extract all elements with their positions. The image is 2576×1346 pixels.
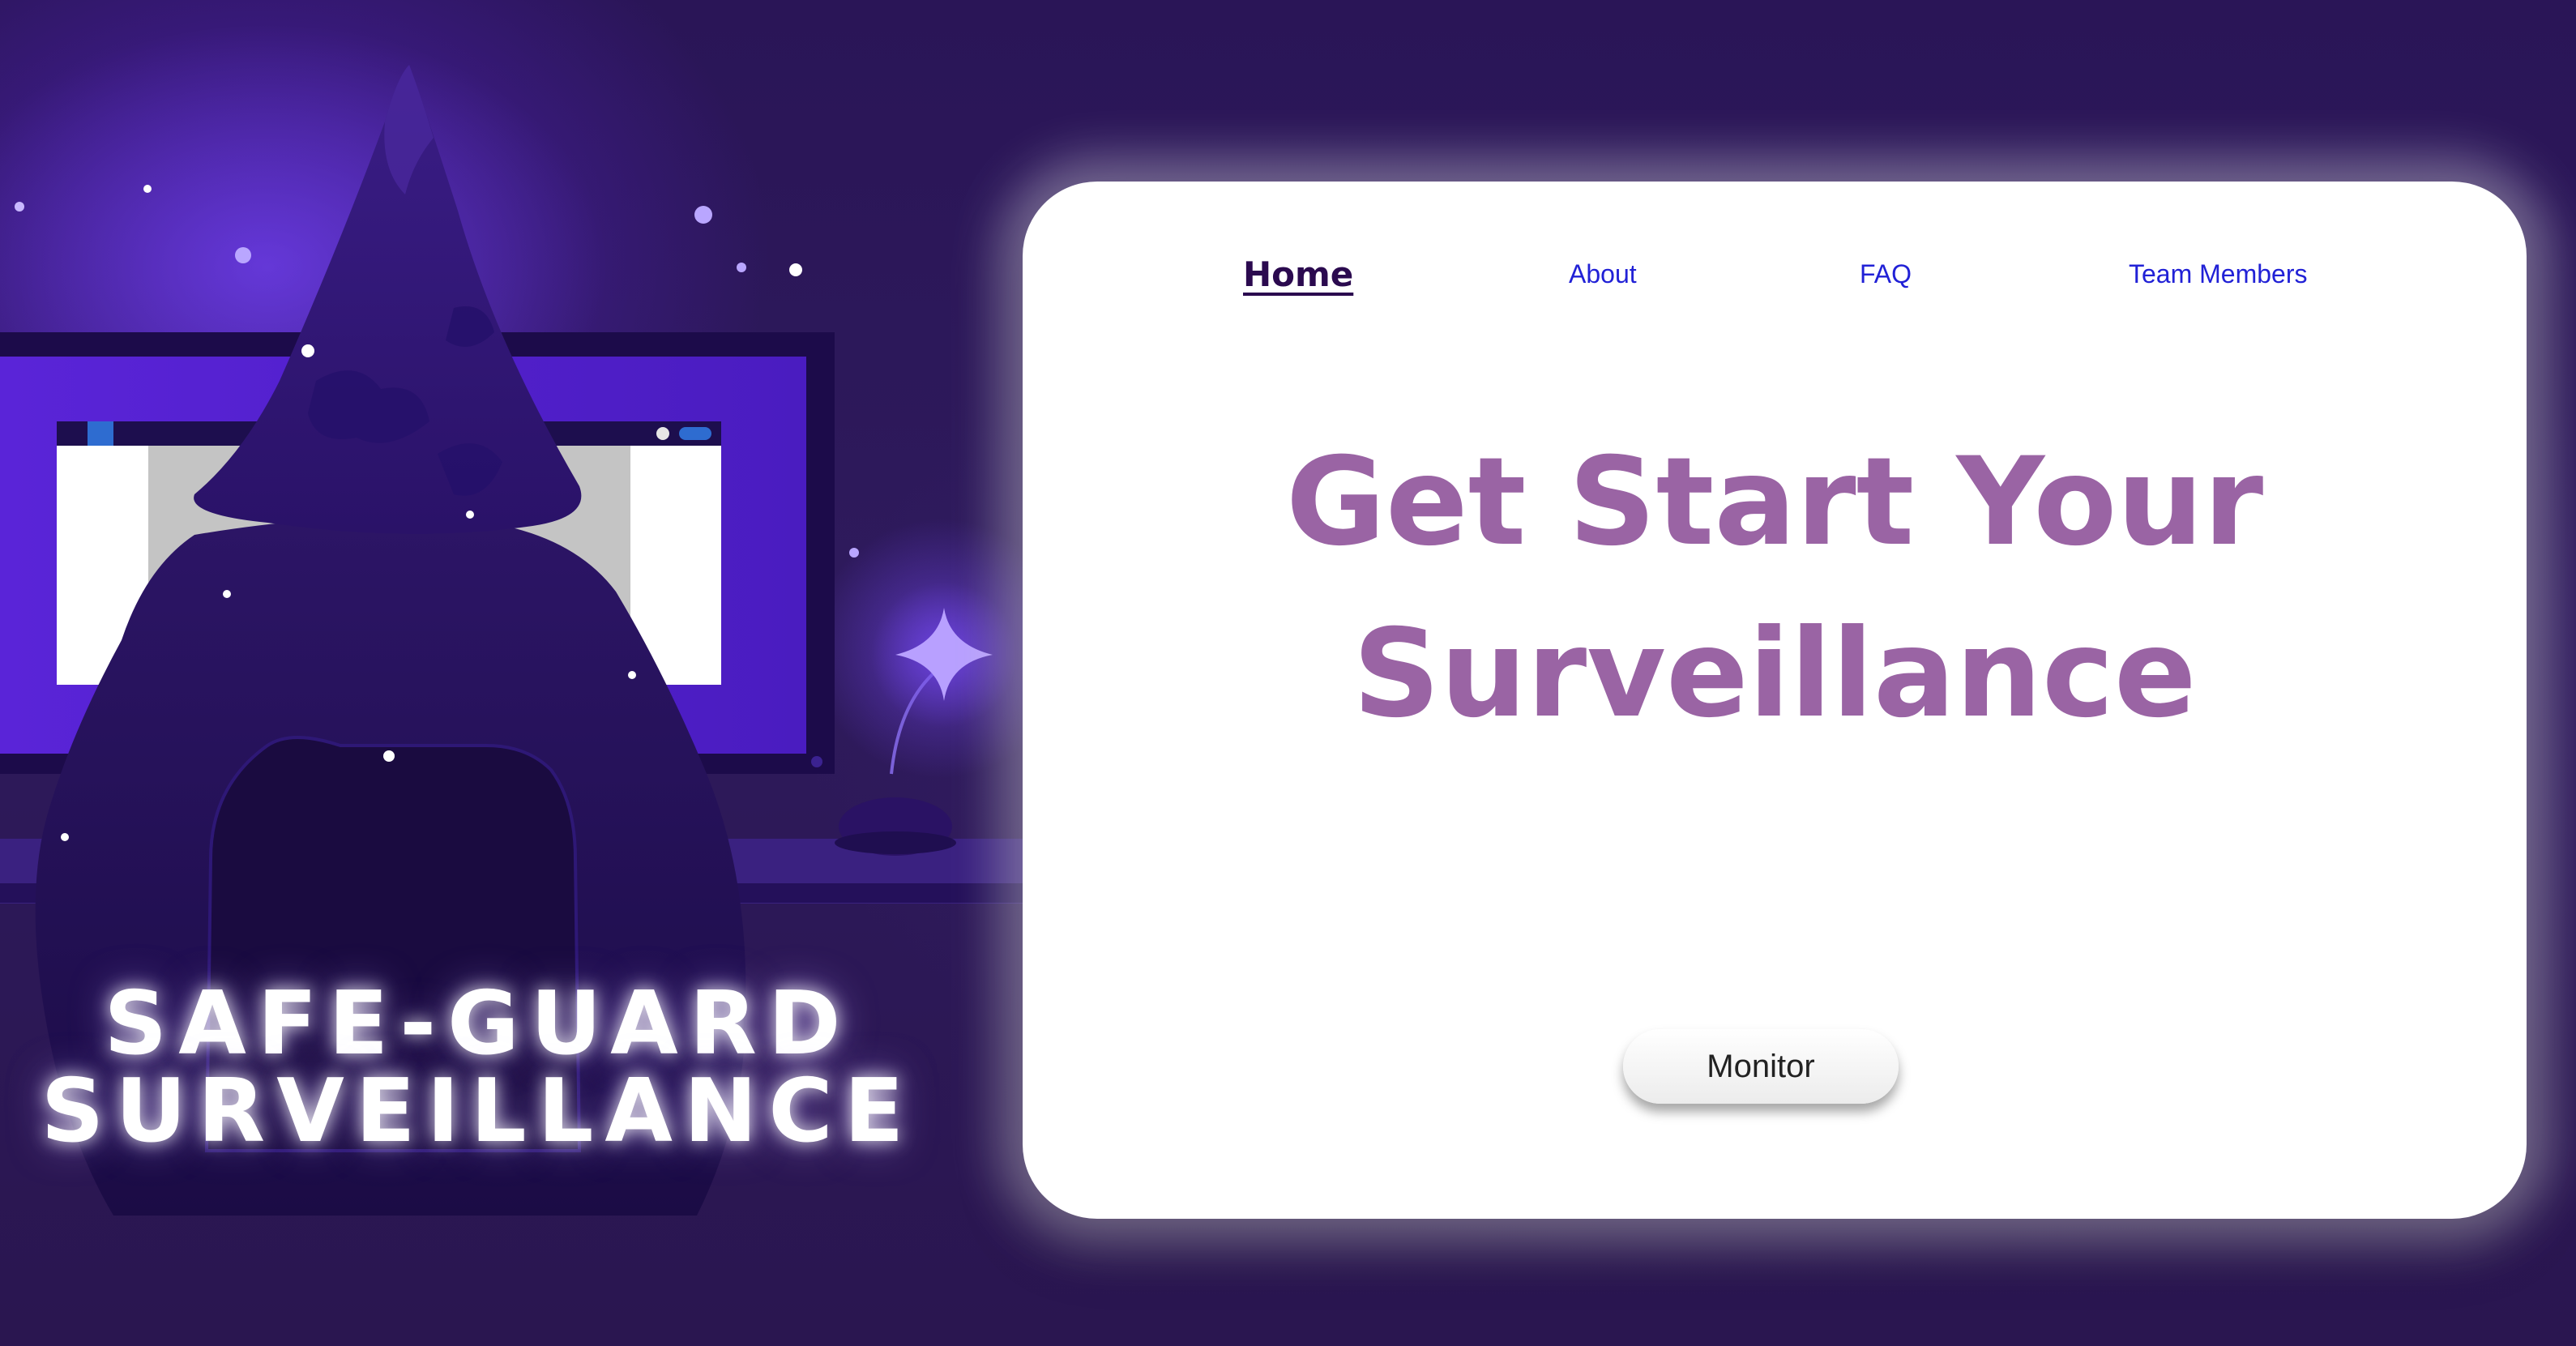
landing-page: SAFE-GUARD SURVEILLANCE Home About FAQ T…: [0, 0, 2576, 1346]
nav-link-team-members[interactable]: Team Members: [2129, 259, 2308, 289]
nav-link-about[interactable]: About: [1569, 259, 1637, 289]
hero-heading-line-2: Surveillance: [1352, 604, 2197, 745]
brand-wordmark: SAFE-GUARD SURVEILLANCE: [0, 981, 956, 1156]
sparkle-icon: [871, 582, 1017, 728]
brand-line-1: SAFE-GUARD: [104, 973, 852, 1075]
main-card: Home About FAQ Team Members Get Start Yo…: [1023, 182, 2527, 1219]
nav-link-home[interactable]: Home: [1243, 254, 1353, 294]
monitor-button[interactable]: Monitor: [1623, 1029, 1899, 1104]
hero-heading-line-1: Get Start Your: [1285, 432, 2264, 573]
nav-link-faq[interactable]: FAQ: [1860, 259, 1912, 289]
hero-heading: Get Start Your Surveillance: [1023, 417, 2527, 760]
top-navigation: Home About FAQ Team Members: [1023, 254, 2527, 332]
brand-line-2: SURVEILLANCE: [41, 1061, 916, 1162]
